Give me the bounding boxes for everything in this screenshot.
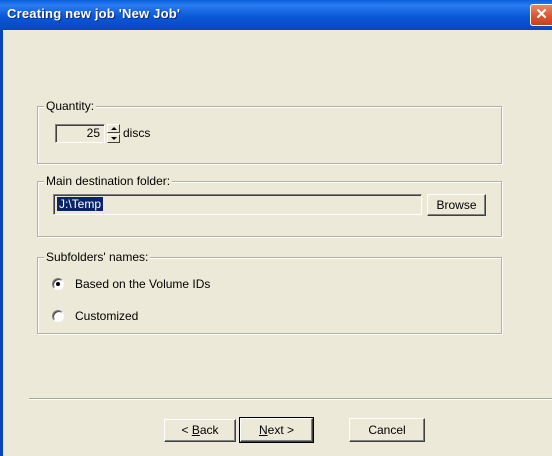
cancel-button[interactable]: Cancel bbox=[349, 418, 425, 442]
quantity-units: discs bbox=[123, 126, 151, 140]
radio-button-checked[interactable] bbox=[52, 278, 64, 290]
back-mnemonic: B bbox=[191, 423, 200, 437]
quantity-group: Quantity: 25 discs bbox=[37, 99, 502, 164]
radio-label-customized: Customized bbox=[75, 309, 139, 323]
next-mnemonic: N bbox=[258, 423, 268, 437]
spin-up-button[interactable] bbox=[107, 124, 120, 133]
window-left-border bbox=[0, 30, 3, 456]
subfolders-legend: Subfolders' names: bbox=[44, 250, 151, 264]
window-title: Creating new job 'New Job' bbox=[7, 6, 181, 21]
separator-line bbox=[29, 398, 552, 400]
destination-legend: Main destination folder: bbox=[44, 174, 173, 188]
back-prefix: < bbox=[181, 423, 192, 437]
browse-button[interactable]: Browse bbox=[427, 194, 486, 216]
destination-path-text: J:\Temp bbox=[57, 197, 104, 211]
cancel-label: Cancel bbox=[368, 423, 406, 437]
back-button[interactable]: < Back bbox=[164, 419, 236, 442]
quantity-spinner[interactable] bbox=[107, 124, 120, 143]
title-bar[interactable]: Creating new job 'New Job' ✕ bbox=[0, 0, 552, 30]
subfolders-group: Subfolders' names: Based on the Volume I… bbox=[37, 250, 502, 334]
quantity-input[interactable]: 25 bbox=[55, 124, 105, 143]
browse-label: Browse bbox=[436, 198, 477, 212]
close-button[interactable]: ✕ bbox=[530, 4, 552, 26]
next-rest: ext > bbox=[267, 423, 295, 437]
destination-path-input[interactable]: J:\Temp bbox=[53, 194, 422, 215]
destination-group: Main destination folder: J:\Temp Browse bbox=[37, 174, 502, 237]
back-rest: ack bbox=[199, 423, 219, 437]
next-button[interactable]: Next > bbox=[239, 417, 314, 443]
close-icon: ✕ bbox=[535, 6, 548, 23]
radio-button-unchecked[interactable] bbox=[52, 310, 64, 322]
quantity-legend: Quantity: bbox=[44, 99, 97, 113]
spin-down-button[interactable] bbox=[107, 134, 120, 143]
radio-label-volume-ids: Based on the Volume IDs bbox=[75, 277, 211, 291]
